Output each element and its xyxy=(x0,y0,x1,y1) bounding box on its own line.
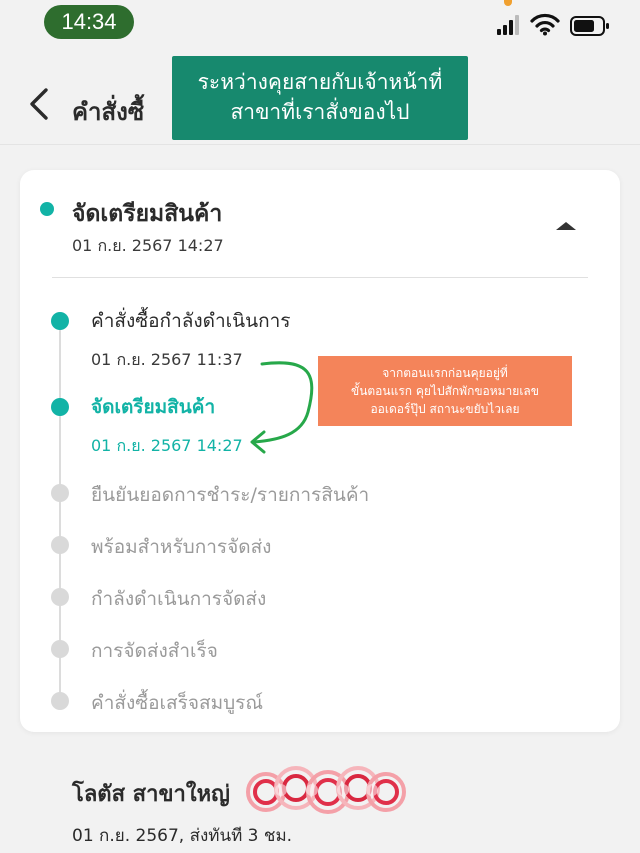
step-date: 01 ก.ย. 2567 14:27 xyxy=(91,436,243,455)
annotation-line-1: จากตอนแรกก่อนคุยอยู่ที่ xyxy=(382,366,508,380)
step-label: จัดเตรียมสินค้า xyxy=(91,396,216,418)
caret-up-icon[interactable] xyxy=(556,222,576,230)
current-status-date: 01 ก.ย. 2567 14:27 xyxy=(72,236,224,255)
annotation-line-1: ระหว่างคุยสายกับเจ้าหน้าที่ xyxy=(197,70,443,94)
current-status-dot xyxy=(40,202,54,216)
privacy-sticker xyxy=(246,766,406,814)
store-name: โลตัส สาขาใหญ่ xyxy=(72,782,230,807)
step-label: ยืนยันยอดการชำระ/รายการสินค้า xyxy=(91,484,370,506)
signal-icon xyxy=(497,15,519,35)
annotation-line-2: ขั้นตอนแรก คุยไปสักพักขอหมายเลข xyxy=(350,384,539,398)
step-label: การจัดส่งสำเร็จ xyxy=(91,640,218,662)
step-dot-current xyxy=(51,398,69,416)
step-label: กำลังดำเนินการจัดส่ง xyxy=(91,588,267,610)
battery-icon xyxy=(570,16,609,36)
privacy-indicator xyxy=(504,0,512,6)
annotation-line-2: สาขาที่เราสั่งของไป xyxy=(230,100,410,124)
step-dot-pending xyxy=(51,692,69,710)
step-label: พร้อมสำหรับการจัดส่ง xyxy=(91,536,272,558)
step-label: คำสั่งซื้อเสร็จสมบูรณ์ xyxy=(91,692,264,714)
status-bar: 14:34 xyxy=(0,0,640,48)
annotation-callout-teal: ระหว่างคุยสายกับเจ้าหน้าที่ สาขาที่เราสั… xyxy=(172,56,468,140)
step-date: 01 ก.ย. 2567 11:37 xyxy=(91,350,243,369)
current-status-title: จัดเตรียมสินค้า xyxy=(72,201,223,227)
wifi-icon xyxy=(530,13,560,36)
status-time: 14:34 xyxy=(44,5,134,39)
step-dot-done xyxy=(51,312,69,330)
step-dot-pending xyxy=(51,588,69,606)
step-dot-pending xyxy=(51,536,69,554)
page-title: คำสั่งซื้ xyxy=(72,98,145,126)
annotation-line-3: ออเดอร์ปุ๊ป สถานะขยับไวเลย xyxy=(370,402,520,416)
curved-arrow-icon xyxy=(250,361,314,454)
back-chevron-icon[interactable] xyxy=(24,86,54,122)
store-delivery-info: 01 ก.ย. 2567, ส่งทันที 3 ชม. xyxy=(72,826,293,846)
step-label: คำสั่งซื้อกำลังดำเนินการ xyxy=(91,310,291,332)
step-dot-pending xyxy=(51,484,69,502)
divider xyxy=(52,277,588,278)
annotation-callout-orange: จากตอนแรกก่อนคุยอยู่ที่ ขั้นตอนแรก คุยไป… xyxy=(318,356,572,426)
step-dot-pending xyxy=(51,640,69,658)
